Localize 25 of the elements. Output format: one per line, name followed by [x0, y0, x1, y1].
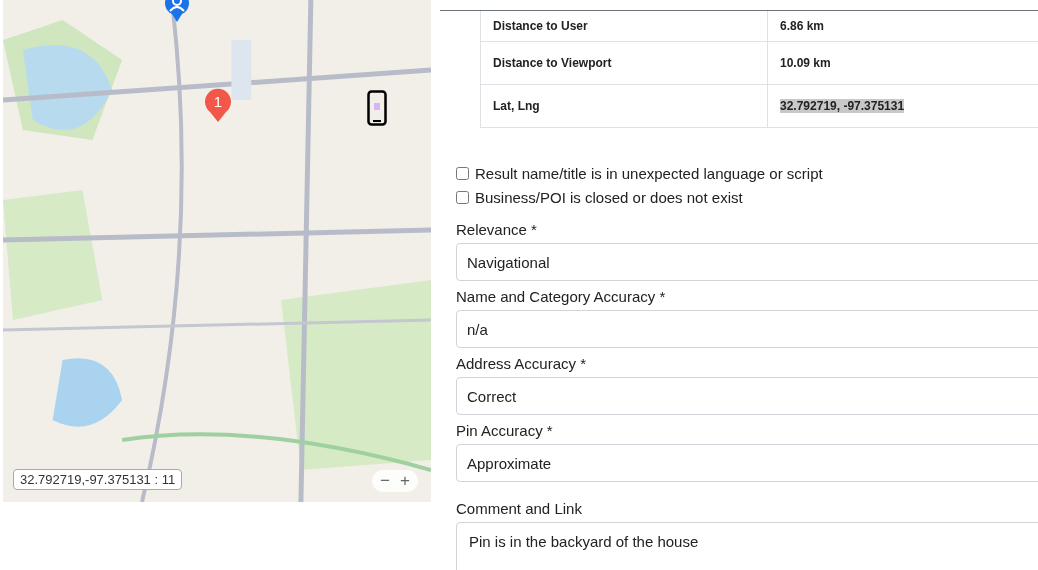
checkbox-label: Result name/title is in unexpected language or script	[475, 164, 823, 182]
table-cell: Distance to Viewport	[480, 41, 768, 85]
select-field[interactable]: n/a	[456, 310, 1038, 348]
field-label: Name and Category Accuracy *	[456, 288, 667, 306]
select-field[interactable]: Approximate	[456, 444, 1038, 482]
zoom-out-button[interactable]: −	[375, 470, 395, 492]
person-pin-icon[interactable]	[164, 0, 190, 22]
select-field[interactable]: Correct	[456, 377, 1038, 415]
checkbox-label: Business/POI is closed or does not exist	[475, 188, 743, 206]
phone-icon	[367, 90, 387, 126]
field-label: Pin Accuracy *	[456, 422, 554, 440]
table-cell: Lat, Lng	[480, 84, 768, 128]
field-label: Address Accuracy *	[456, 355, 588, 373]
table-cell: Distance to User	[480, 11, 768, 42]
checkbox[interactable]	[456, 190, 469, 204]
zoom-in-button[interactable]: +	[394, 470, 415, 492]
table-cell: 10.09 km	[780, 56, 831, 70]
comment-field[interactable]: Pin is in the backyard of the house	[456, 522, 1038, 570]
checkbox[interactable]	[456, 166, 469, 180]
coordinates-label: 32.792719,-97.375131 : 11	[13, 469, 183, 490]
field-label: Relevance *	[456, 221, 538, 239]
table-cell: 6.86 km	[780, 19, 825, 33]
select-field[interactable]: Navigational	[456, 243, 1038, 281]
table-cell: 32.792719, -97.375131	[780, 99, 905, 113]
field-label: Comment and Link	[456, 500, 583, 518]
